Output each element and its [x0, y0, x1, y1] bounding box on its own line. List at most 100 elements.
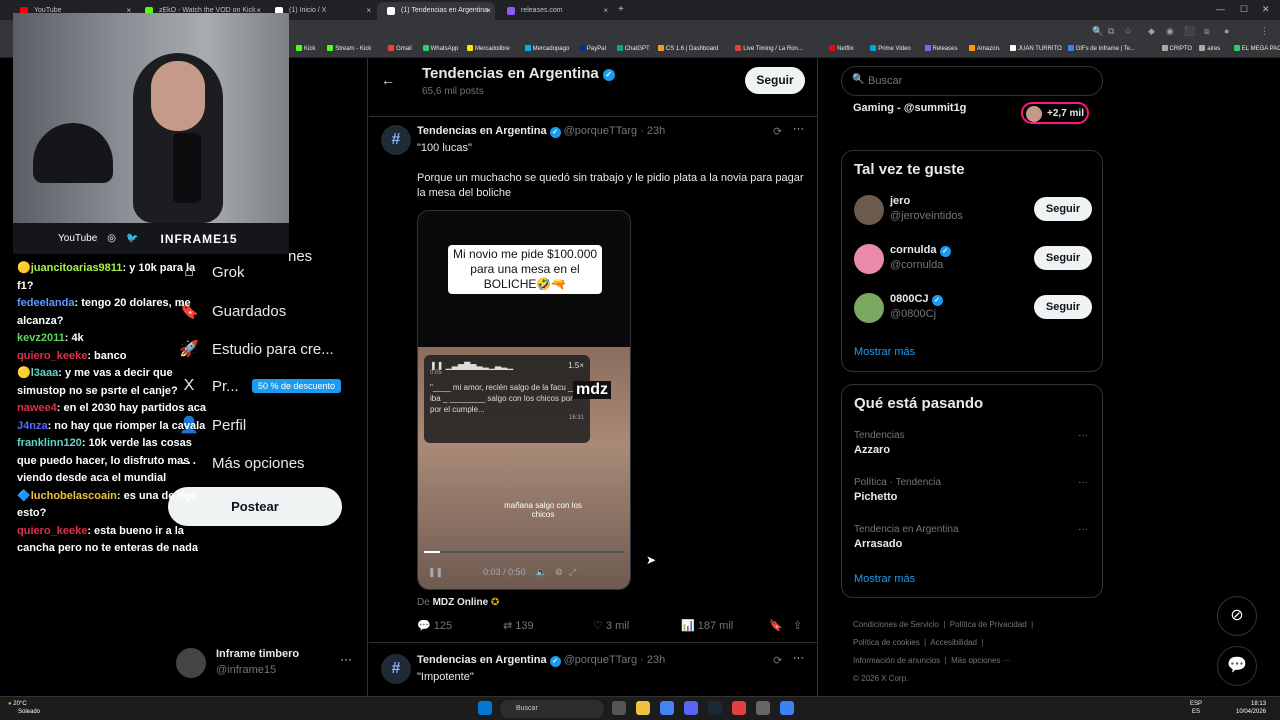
chat-username[interactable]: J4nza	[17, 420, 48, 432]
bookmark-item[interactable]: Mercadopago	[524, 45, 569, 52]
grok-icon[interactable]: ⟳	[773, 125, 782, 138]
bookmark-item[interactable]: Amazon.	[968, 45, 1001, 52]
bookmark-item[interactable]: aires	[1199, 45, 1220, 52]
extension-icon[interactable]: ◉	[1166, 26, 1174, 37]
more-icon[interactable]: ···	[1078, 524, 1088, 535]
chat-username[interactable]: fedeelanda	[17, 297, 74, 309]
follow-button[interactable]: Seguir	[745, 67, 805, 94]
footer-link[interactable]: Política de Privacidad	[950, 620, 1027, 629]
profile-icon[interactable]: ●	[1224, 26, 1229, 36]
footer-link[interactable]: Más opciones ···	[951, 656, 1011, 665]
browser-tab[interactable]: releases.com ×	[497, 2, 612, 20]
show-more-link[interactable]: Mostrar más	[854, 346, 915, 358]
grok-fab-icon[interactable]: ⊘	[1217, 596, 1257, 636]
chat-username[interactable]: luchobelascoain	[31, 490, 117, 502]
settings-icon[interactable]: ⚙	[555, 567, 563, 577]
more-icon[interactable]: ···	[793, 652, 804, 664]
bookmark-item[interactable]: Live Timing / La Ron...	[735, 45, 803, 52]
close-window-icon[interactable]: ✕	[1262, 4, 1270, 15]
discord-icon[interactable]	[684, 701, 698, 715]
bookmark-item[interactable]: Stream - Kick	[327, 45, 371, 52]
bookmark-item[interactable]: ChatGPT	[616, 45, 650, 52]
translate-icon[interactable]: ⧉	[1108, 26, 1114, 37]
messages-fab-icon[interactable]: 💬	[1217, 646, 1257, 686]
trend-item[interactable]: Tendencias Azzaro ···	[854, 430, 1092, 456]
chrome-icon[interactable]	[660, 701, 674, 715]
bookmark-item[interactable]: GIFs de Inframe | Te...	[1067, 45, 1135, 52]
bookmark-item[interactable]: WhatsApp	[422, 45, 458, 52]
grok-icon[interactable]: ⟳	[773, 654, 782, 667]
back-arrow-icon[interactable]: ←	[381, 72, 395, 88]
minimize-icon[interactable]: —	[1216, 4, 1225, 14]
repost-button[interactable]: ⇄ 139	[503, 619, 534, 632]
extension-icon[interactable]: ⬛	[1184, 26, 1195, 37]
chat-username[interactable]: quiero_keeke	[17, 525, 87, 537]
app-icon[interactable]	[780, 701, 794, 715]
bookmark-item[interactable]: Releases	[924, 45, 958, 52]
follow-button[interactable]: Seguir	[1034, 246, 1092, 270]
more-icon[interactable]: ···	[1078, 430, 1088, 441]
footer-link[interactable]: Accesibilidad	[930, 638, 977, 647]
folder-icon[interactable]	[636, 701, 650, 715]
chat-username[interactable]: franklinn120	[17, 437, 82, 449]
steam-icon[interactable]	[708, 701, 722, 715]
follow-button[interactable]: Seguir	[1034, 197, 1092, 221]
reply-button[interactable]: 💬 125	[417, 619, 452, 632]
zoom-icon[interactable]: 🔍	[1092, 26, 1103, 37]
bookmark-item[interactable]: Gmail	[388, 45, 412, 52]
search-input[interactable]: 🔍 Buscar	[841, 66, 1103, 96]
footer-link[interactable]: Información de anuncios	[853, 656, 940, 665]
close-icon[interactable]: ×	[603, 6, 608, 15]
suggestion-item[interactable]: cornulda ✓ @cornulda Seguir	[854, 242, 1092, 278]
volume-icon[interactable]: 🔈	[536, 567, 547, 577]
trend-item[interactable]: Política · Tendencia Pichetto ···	[854, 477, 1092, 503]
share-icon[interactable]: ⇪	[793, 619, 802, 632]
bookmark-item[interactable]: Netflix	[829, 45, 854, 52]
bookmark-item[interactable]: Mercadolibre	[467, 45, 510, 52]
footer-link[interactable]: Política de cookies	[853, 638, 920, 647]
chat-username[interactable]: quiero_keeke	[17, 350, 87, 362]
extension-icon[interactable]: ◆	[1148, 26, 1155, 37]
clock[interactable]: 18:13 10/04/2026	[1236, 700, 1266, 716]
close-icon[interactable]: ×	[366, 6, 371, 15]
views-button[interactable]: 📊 187 mil	[681, 619, 733, 632]
bookmark-item[interactable]: PayPal	[578, 45, 606, 52]
chat-username[interactable]: juancitoarias9811	[31, 262, 123, 274]
star-icon[interactable]: ☆	[1124, 26, 1132, 37]
bookmark-item[interactable]: CRIPTO	[1161, 45, 1192, 52]
app-icon[interactable]	[732, 701, 746, 715]
video-progress[interactable]	[424, 551, 624, 553]
tweet-source[interactable]: De MDZ Online ✪	[417, 595, 499, 610]
close-icon[interactable]: ×	[486, 6, 491, 15]
language-indicator[interactable]: ESP ES	[1190, 700, 1202, 716]
tweet-video[interactable]: Mi novio me pide $100.000 para una mesa …	[417, 210, 631, 590]
account-switcher[interactable]: Inframe timbero @inframe15 ···	[176, 646, 356, 680]
maximize-icon[interactable]: ☐	[1240, 4, 1248, 15]
bookmark-icon[interactable]: 🔖	[769, 619, 783, 632]
browser-tab-active[interactable]: (1) Tendencias en Argentina ×	[377, 2, 495, 20]
bookmark-item[interactable]: Prime Video	[870, 45, 911, 52]
suggestion-item[interactable]: jero @jeroveintidos Seguir	[854, 193, 1092, 229]
menu-icon[interactable]: ⋮	[1260, 26, 1269, 37]
taskbar-search[interactable]: Buscar	[500, 700, 604, 718]
more-icon[interactable]: ···	[793, 123, 804, 135]
show-more-link[interactable]: Mostrar más	[854, 573, 915, 585]
bookmark-item[interactable]: JUAN TURRITO	[1010, 45, 1062, 52]
app-icon[interactable]	[756, 701, 770, 715]
follow-button[interactable]: Seguir	[1034, 295, 1092, 319]
bookmark-item[interactable]: Kick	[296, 45, 315, 52]
new-tab-button[interactable]: +	[618, 4, 624, 15]
like-button[interactable]: ♡ 3 mil	[593, 619, 629, 632]
puzzle-icon[interactable]: ⧈	[1204, 26, 1210, 37]
bookmark-item[interactable]: EL MEGA PACK PAR...	[1233, 45, 1280, 52]
bookmark-item[interactable]: CS 1.6 | Dashboard	[657, 45, 718, 52]
premium-discount-badge[interactable]: 50 % de descuento	[252, 379, 342, 393]
trend-item[interactable]: Tendencia en Argentina Arrasado ···	[854, 524, 1092, 550]
task-view-icon[interactable]	[612, 701, 626, 715]
footer-link[interactable]: Condiciones de Servicio	[853, 620, 939, 629]
pause-icon[interactable]: ❚❚	[428, 567, 443, 577]
fullscreen-icon[interactable]: ⤢	[569, 567, 576, 577]
chat-username[interactable]: nawee4	[17, 402, 57, 414]
chat-username[interactable]: kevz2011	[17, 332, 65, 344]
more-icon[interactable]: ···	[1078, 477, 1088, 488]
